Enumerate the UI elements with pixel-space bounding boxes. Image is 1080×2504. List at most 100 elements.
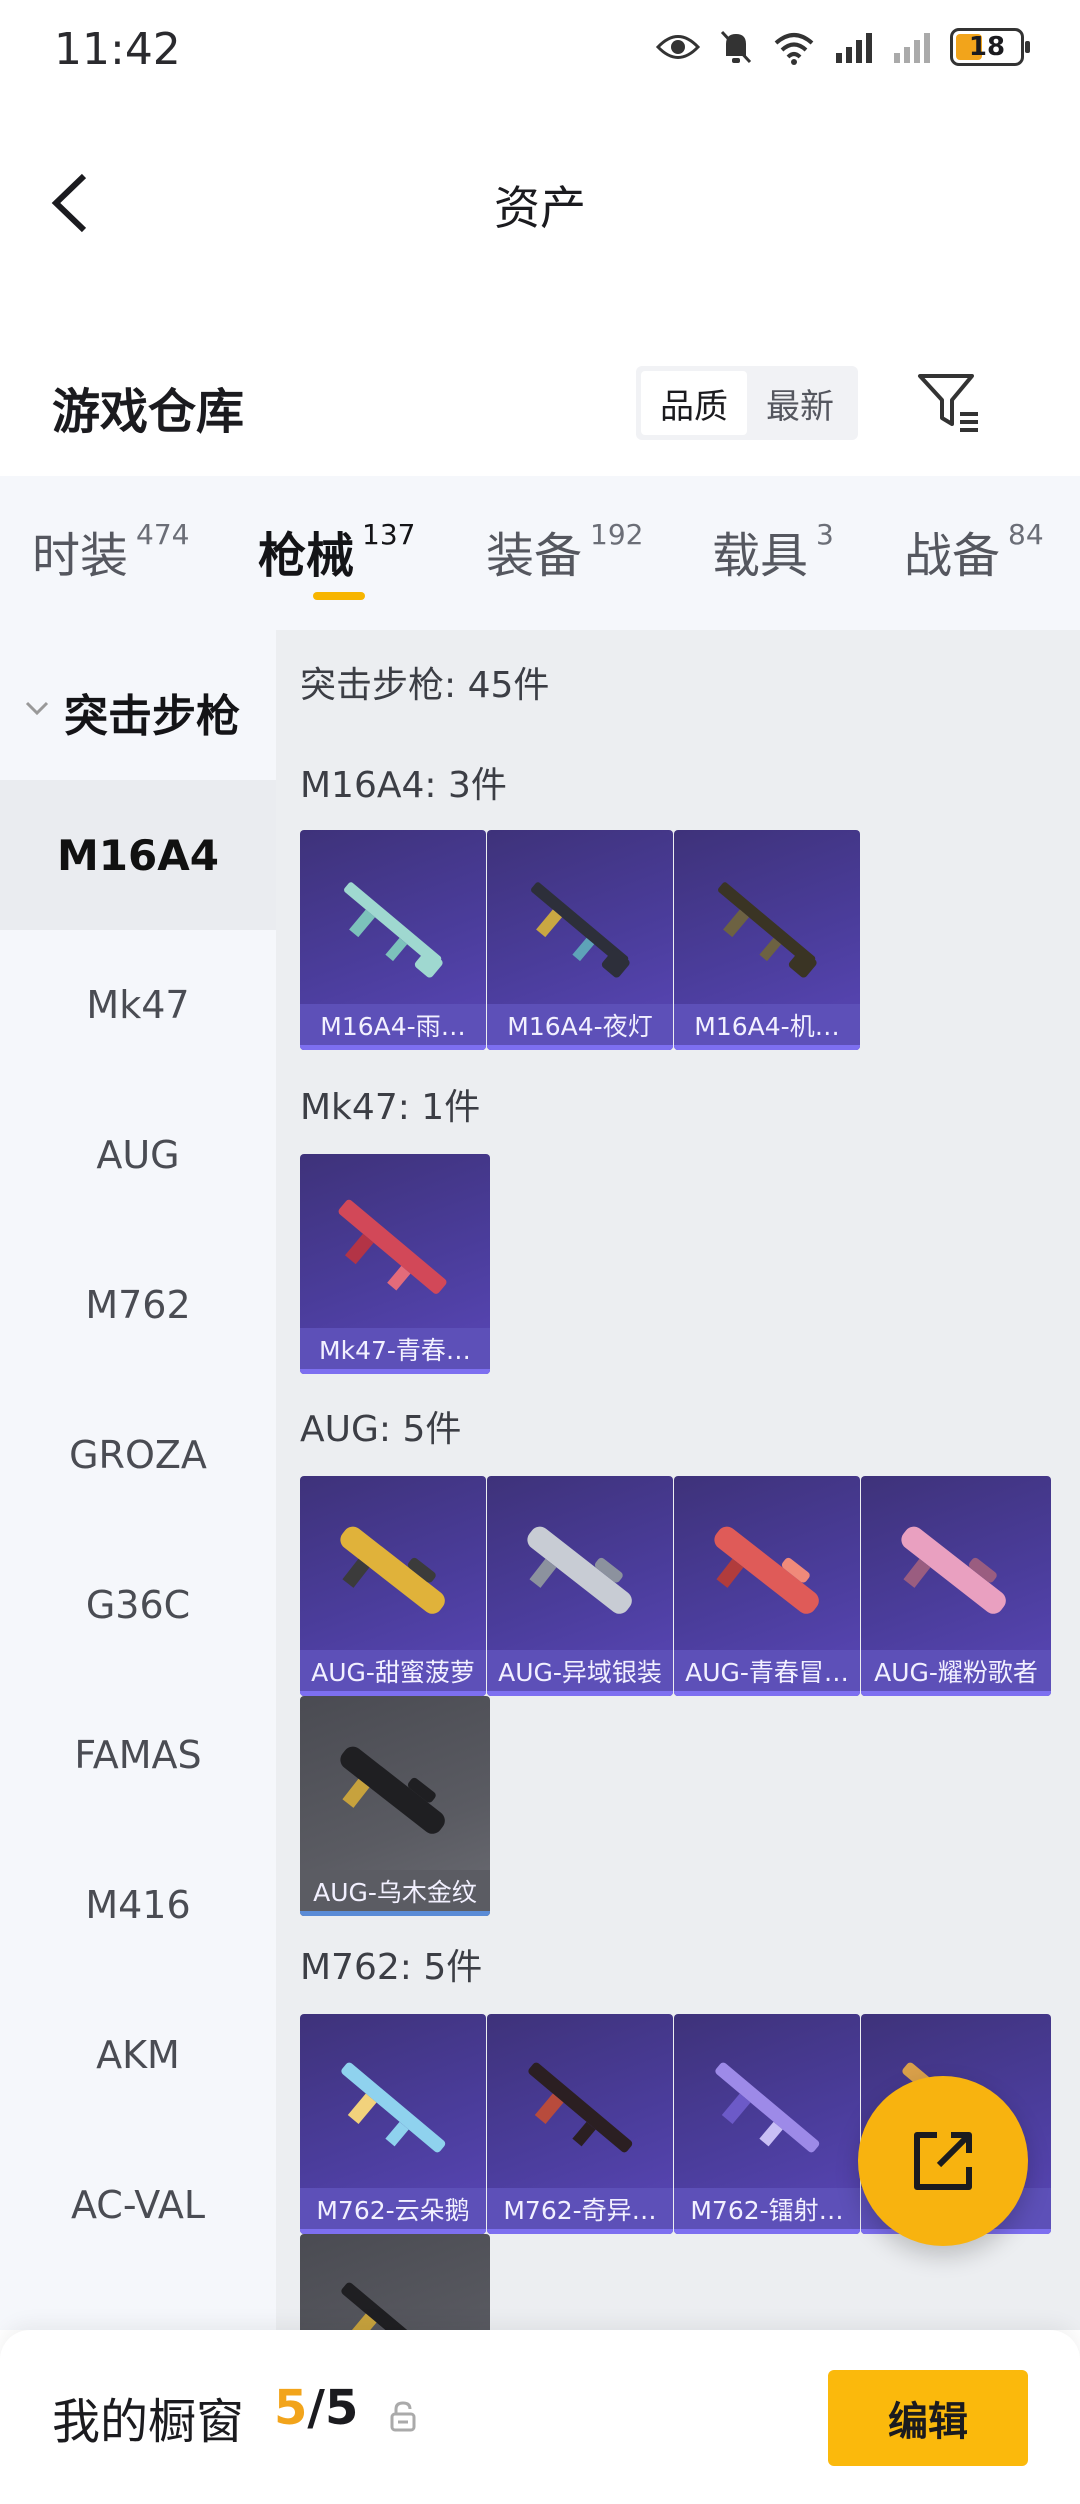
category-tabs: 时装 474 枪械 137 装备 192 载具 3 战备 84	[0, 476, 1080, 630]
sort-option-quality[interactable]: 品质	[641, 371, 747, 435]
battery-icon: 18	[950, 28, 1030, 66]
rifle-icon	[901, 1526, 1006, 1614]
external-link-icon	[914, 2132, 972, 2190]
sort-toggle: 品质 最新	[636, 366, 858, 440]
weapon-card-name: M762-奇异…	[487, 2188, 673, 2234]
weapon-card-name: AUG-异域银装	[487, 1650, 673, 1696]
showcase-label: 我的橱窗	[52, 2394, 245, 2450]
tab-count: 137	[362, 518, 416, 551]
weapon-card[interactable]: M16A4-机…	[674, 830, 860, 1050]
sidebar-item-groza[interactable]: GROZA	[0, 1380, 276, 1530]
sidebar-item-m16a4[interactable]: M16A4	[0, 780, 276, 930]
weapon-sidebar: 突击步枪 M16A4 Mk47 AUG M762 GROZA G36C FAMA…	[0, 630, 276, 2330]
weapon-card-name: AUG-甜蜜菠萝	[300, 1650, 486, 1696]
sidebar-item-m416[interactable]: M416	[0, 1830, 276, 1980]
tab-count: 84	[1008, 518, 1044, 551]
page-title: 资产	[494, 181, 586, 235]
item-grid: AUG-甜蜜菠萝 AUG-异域银装 AUG-青春冒… AUG-耀粉歌者	[300, 1476, 1051, 1696]
tab-equipment[interactable]: 装备 192	[486, 516, 643, 586]
sidebar-group-label: 突击步枪	[64, 691, 240, 742]
section-heading: AUG: 5件	[300, 1409, 462, 1450]
section-heading: Mk47: 1件	[300, 1087, 481, 1128]
tab-count: 474	[136, 518, 190, 551]
category-summary: 突击步枪: 45件	[300, 665, 550, 706]
chevron-down-icon	[25, 701, 49, 716]
weapon-card-name: AUG-耀粉歌者	[861, 1650, 1051, 1696]
weapon-card[interactable]: AUG-异域银装	[487, 1476, 673, 1696]
section-heading: M16A4: 3件	[300, 765, 507, 806]
tab-label: 载具	[712, 528, 809, 584]
weapon-card[interactable]: AUG-乌木金纹	[300, 1696, 490, 1916]
tab-label: 战备	[904, 528, 1001, 584]
item-grid: AUG-乌木金纹	[300, 1696, 490, 1916]
tab-count: 192	[590, 518, 644, 551]
status-time: 11:42	[54, 24, 181, 75]
sidebar-item-m762[interactable]: M762	[0, 1230, 276, 1380]
filter-icon	[918, 374, 978, 432]
weapon-card-name: M762-镭射…	[674, 2188, 860, 2234]
weapon-card-name: Mk47-青春…	[300, 1328, 490, 1374]
battery-level: 18	[968, 32, 1006, 62]
share-fab[interactable]	[858, 2076, 1028, 2246]
filter-button[interactable]	[914, 368, 984, 438]
tab-costume[interactable]: 时装 474	[32, 516, 189, 586]
rifle-icon	[340, 1746, 445, 1834]
weapon-card[interactable]: Mk47-青春…	[300, 1154, 490, 1374]
weapon-card[interactable]: M16A4-雨…	[300, 830, 486, 1050]
weapon-card[interactable]	[300, 2234, 490, 2330]
weapon-card[interactable]: AUG-耀粉歌者	[861, 1476, 1051, 1696]
rifle-icon	[531, 882, 630, 978]
status-bar: 11:42 18	[0, 0, 1080, 100]
weapon-content: 突击步枪: 45件 M16A4: 3件 M16A4-雨… M16A4-夜灯 M1…	[276, 630, 1080, 2330]
rifle-icon	[341, 2282, 446, 2330]
rifle-icon	[718, 882, 817, 978]
header: 资产	[0, 140, 1080, 260]
rifle-icon	[527, 1526, 632, 1614]
weapon-card[interactable]: M762-镭射…	[674, 2014, 860, 2234]
edit-button[interactable]: 编辑	[828, 2370, 1028, 2466]
weapon-card[interactable]: M762-奇异…	[487, 2014, 673, 2234]
rifle-icon	[338, 1199, 447, 1294]
tab-vehicles[interactable]: 载具 3	[712, 516, 834, 586]
weapon-card[interactable]: M16A4-夜灯	[487, 830, 673, 1050]
sidebar-group-assault-rifles[interactable]: 突击步枪	[0, 670, 276, 750]
sidebar-item-aug[interactable]: AUG	[0, 1080, 276, 1230]
sidebar-item-akm[interactable]: AKM	[0, 1980, 276, 2130]
weapon-card-name: AUG-青春冒…	[674, 1650, 860, 1696]
rifle-icon	[344, 882, 443, 978]
item-grid: M16A4-雨… M16A4-夜灯 M16A4-机…	[300, 830, 860, 1050]
weapon-card-name: M16A4-雨…	[300, 1004, 486, 1050]
eye-icon	[656, 35, 700, 59]
item-grid	[300, 2234, 490, 2330]
rifle-icon	[340, 1526, 445, 1614]
sidebar-item-g36c[interactable]: G36C	[0, 1530, 276, 1680]
rifle-icon	[714, 1526, 819, 1614]
weapon-card[interactable]: M762-云朵鹅	[300, 2014, 486, 2234]
weapon-card-name: M16A4-机…	[674, 1004, 860, 1050]
signal-off-icon	[894, 33, 930, 63]
status-icons: 18	[656, 28, 1030, 66]
rifle-icon	[528, 2062, 633, 2153]
weapon-card-name: M16A4-夜灯	[487, 1004, 673, 1050]
sidebar-item-famas[interactable]: FAMAS	[0, 1680, 276, 1830]
tab-label: 枪械	[258, 528, 355, 584]
item-grid: Mk47-青春…	[300, 1154, 490, 1374]
tab-supplies[interactable]: 战备 84	[904, 516, 1044, 586]
tab-label: 时装	[32, 528, 129, 584]
weapon-card-name: M762-云朵鹅	[300, 2188, 486, 2234]
lock-icon	[390, 2401, 416, 2432]
tab-indicator	[313, 592, 365, 600]
showcase-bar: 我的橱窗 5/5 编辑	[0, 2330, 1080, 2504]
rifle-icon	[341, 2062, 446, 2153]
tab-firearms[interactable]: 枪械 137	[258, 516, 415, 586]
weapon-card[interactable]: AUG-青春冒…	[674, 1476, 860, 1696]
showcase-separator: /	[307, 2380, 325, 2436]
showcase-current: 5	[274, 2380, 308, 2436]
signal-icon	[836, 33, 872, 63]
warehouse-title: 游戏仓库	[52, 384, 245, 440]
weapon-card-name: AUG-乌木金纹	[300, 1870, 490, 1916]
sidebar-item-ac-val[interactable]: AC-VAL	[0, 2130, 276, 2280]
weapon-card[interactable]: AUG-甜蜜菠萝	[300, 1476, 486, 1696]
sort-option-newest[interactable]: 最新	[747, 371, 853, 435]
sidebar-item-mk47[interactable]: Mk47	[0, 930, 276, 1080]
